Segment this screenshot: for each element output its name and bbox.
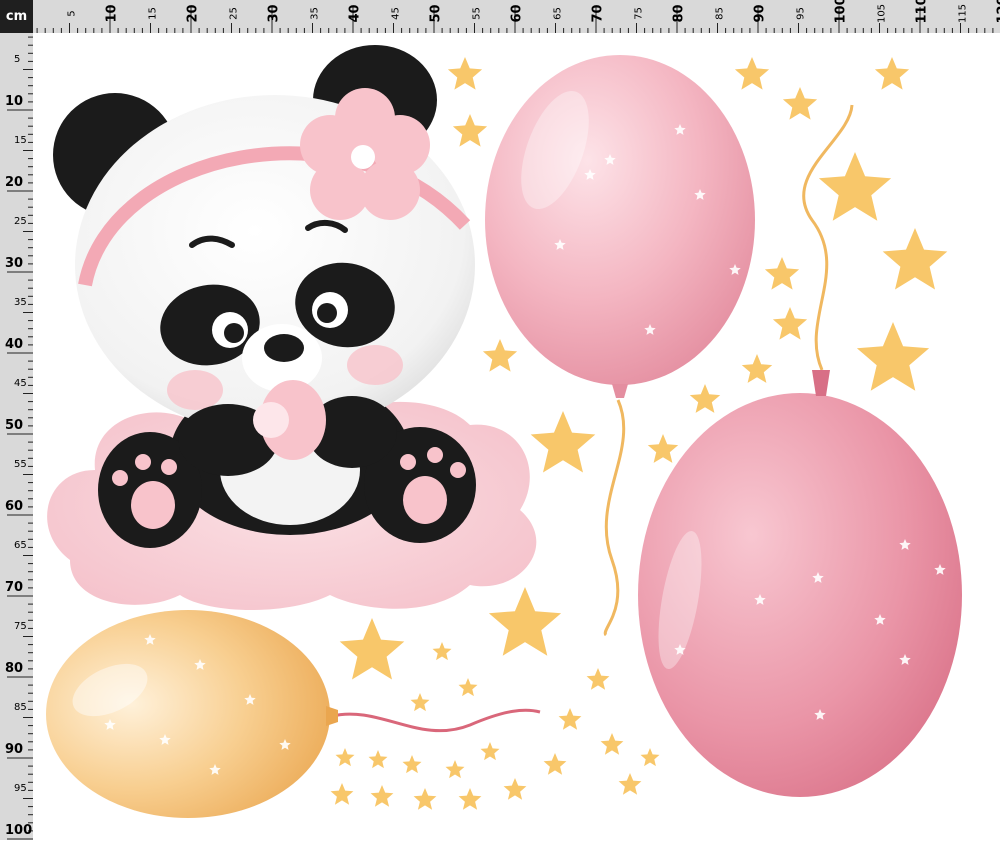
- panda: [53, 45, 476, 548]
- star: [459, 678, 478, 696]
- star: [340, 618, 405, 680]
- star: [875, 57, 909, 90]
- ruler-top-label: 45: [390, 4, 401, 24]
- ruler-left-label: 60: [5, 499, 23, 514]
- star: [411, 693, 430, 711]
- star: [371, 785, 394, 807]
- star: [559, 708, 582, 730]
- ruler-left-label: 50: [5, 418, 23, 433]
- ruler-top-label: 25: [228, 4, 239, 24]
- artwork-svg: [0, 0, 1000, 840]
- star: [446, 760, 465, 778]
- star: [448, 57, 482, 90]
- ruler-top-label: 65: [552, 4, 563, 24]
- star: [459, 788, 482, 810]
- star: [619, 773, 642, 795]
- ruler-top-label: 15: [147, 4, 158, 24]
- star: [483, 339, 517, 372]
- ruler-left-label: 30: [5, 256, 23, 271]
- ruler-left-label: 35: [14, 297, 27, 308]
- ruler-left-label: 5: [14, 54, 20, 65]
- star: [414, 788, 437, 810]
- ruler-top-label: 100: [834, 4, 849, 24]
- star: [504, 778, 527, 800]
- ruler-top-label: 120: [996, 4, 1000, 24]
- ruler-left-label: 75: [14, 621, 27, 632]
- ruler-top-label: 90: [753, 4, 768, 24]
- ruler-top-label: 50: [429, 4, 444, 24]
- star: [773, 307, 807, 340]
- ruler-top-label: 85: [714, 4, 725, 24]
- ruler-top-label: 30: [267, 4, 282, 24]
- ruler-top-label: 115: [957, 4, 968, 24]
- star: [648, 434, 678, 463]
- ruler-left-label: 15: [14, 135, 27, 146]
- star: [735, 57, 769, 90]
- ruler-left-label: 70: [5, 580, 23, 595]
- ruler-left-label: 40: [5, 337, 23, 352]
- string-pink-small: [605, 400, 624, 635]
- ruler-top-label: 35: [309, 4, 320, 24]
- ruler-left-label: 100: [5, 823, 32, 838]
- ruler-top-label: 75: [633, 4, 644, 24]
- ruler-left-label: 65: [14, 540, 27, 551]
- star: [587, 668, 610, 690]
- star: [819, 152, 891, 221]
- star: [765, 257, 799, 290]
- ruler-left-label: 10: [5, 94, 23, 109]
- star: [857, 322, 929, 391]
- star: [453, 114, 487, 147]
- ruler-top-label: 70: [591, 4, 606, 24]
- star: [403, 755, 422, 773]
- ruler-left-label: 25: [14, 216, 27, 227]
- ruler-top-label: 80: [672, 4, 687, 24]
- string-pink-large: [804, 105, 852, 370]
- ruler-top-label: 110: [915, 4, 930, 24]
- orange-balloon: [46, 610, 338, 818]
- ruler-left-label: 20: [5, 175, 23, 190]
- ruler-left-label: 45: [14, 378, 27, 389]
- star: [531, 411, 596, 473]
- ruler-unit-label: cm: [0, 0, 33, 33]
- star: [783, 87, 817, 120]
- ruler-top-label: 5: [66, 4, 77, 24]
- string-orange: [332, 710, 540, 730]
- ruler-left-label: 90: [5, 742, 23, 757]
- ruler-left-label: 55: [14, 459, 27, 470]
- star: [883, 228, 948, 290]
- ruler-top-label: 95: [795, 4, 806, 24]
- ruler-left: [0, 33, 33, 840]
- star: [641, 748, 660, 766]
- ruler-left-label: 85: [14, 702, 27, 713]
- star: [601, 733, 624, 755]
- ruler-top-label: 10: [105, 4, 120, 24]
- ruler-top-label: 20: [186, 4, 201, 24]
- sparkle: [924, 729, 935, 740]
- ruler-top-label: 40: [348, 4, 363, 24]
- star: [336, 748, 355, 766]
- pink-balloon-large: [638, 370, 962, 797]
- star: [331, 783, 354, 805]
- star: [481, 742, 500, 760]
- ruler-left-label: 80: [5, 661, 23, 676]
- ruler-top-label: 60: [510, 4, 525, 24]
- design-canvas: cm 10 20 30 40 50 60 70 80 90 100 110 120 5 15 25 35 45 5…: [0, 0, 1000, 840]
- star: [489, 587, 561, 656]
- ruler-top-label: 105: [876, 4, 887, 24]
- star: [742, 354, 772, 383]
- star: [690, 384, 720, 413]
- ruler-top-label: 55: [471, 4, 482, 24]
- star: [433, 642, 452, 660]
- star: [544, 753, 567, 775]
- ruler-left-label: 95: [14, 783, 27, 794]
- pink-balloon-small: [485, 55, 755, 398]
- star: [369, 750, 388, 768]
